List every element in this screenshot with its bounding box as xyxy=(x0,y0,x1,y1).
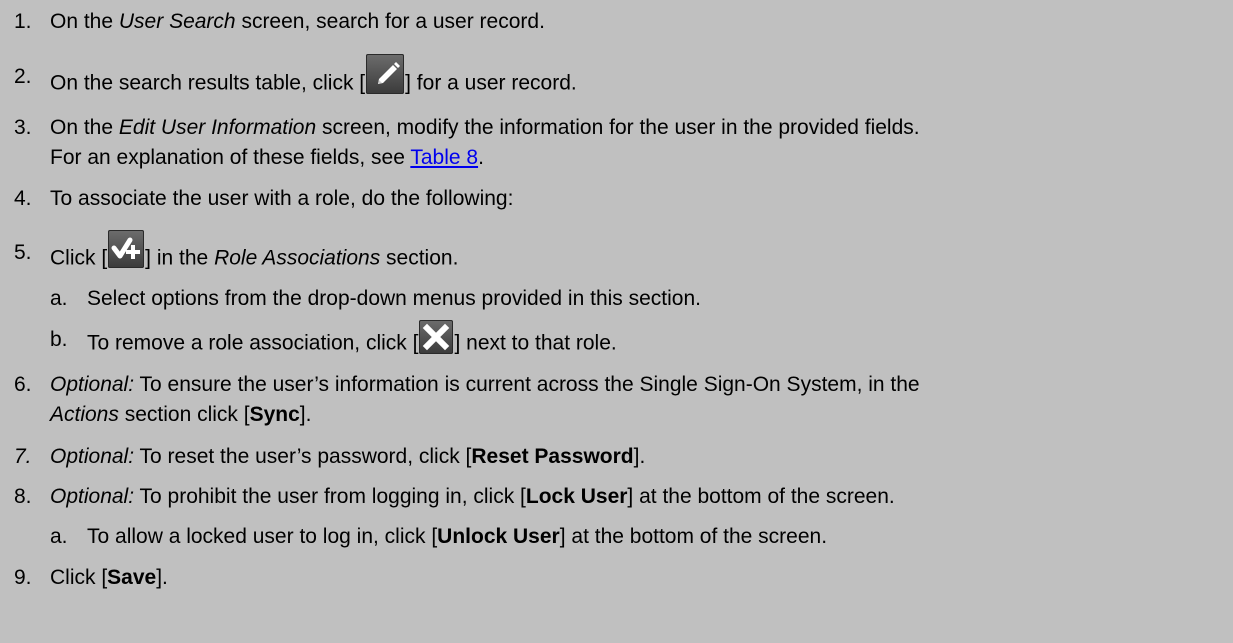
step-text: For an explanation of these fields, see … xyxy=(50,146,484,169)
step-number: 1. xyxy=(14,10,32,33)
sync-button-name: Sync xyxy=(249,403,300,426)
section-name: Actions xyxy=(50,403,119,426)
close-x-icon xyxy=(419,320,454,354)
step-text: To allow a locked user to log in, click … xyxy=(87,525,828,548)
lock-user-button-name: Lock User xyxy=(525,485,628,508)
step-text: On the Edit User Information screen, mod… xyxy=(50,116,920,139)
step-text: On the User Search screen, search for a … xyxy=(50,10,545,33)
step-number: 4. xyxy=(14,187,32,210)
step-text: Optional: To prohibit the user from logg… xyxy=(50,485,895,508)
step-text: Actions section click [Sync]. xyxy=(50,403,312,426)
step-number: 8. xyxy=(14,485,32,508)
step-number: 7. xyxy=(14,445,32,468)
step-text: Optional: To ensure the user’s informati… xyxy=(50,373,920,396)
step-text: To associate the user with a role, do th… xyxy=(50,187,514,210)
reset-password-button-name: Reset Password xyxy=(471,445,634,468)
step-number: 9. xyxy=(14,566,32,589)
screen-name: Edit User Information xyxy=(118,116,317,139)
step-text: Select options from the drop-down menus … xyxy=(87,287,701,310)
step-number: b. xyxy=(50,328,68,351)
pencil-edit-icon xyxy=(366,54,405,94)
step-number: a. xyxy=(50,287,68,310)
step-number: 3. xyxy=(14,116,32,139)
step-text: Click [ ] in the Role Associations secti… xyxy=(50,230,458,278)
step-number: 2. xyxy=(14,65,32,88)
step-text: On the search results table, click [ ] f… xyxy=(50,54,577,104)
step-number: 6. xyxy=(14,373,32,396)
save-button-name: Save xyxy=(107,566,157,589)
step-text: Optional: To reset the user’s password, … xyxy=(50,445,646,468)
step-text: To remove a role association, click [ ] … xyxy=(87,320,617,361)
check-plus-icon xyxy=(108,230,145,268)
section-name: Role Associations xyxy=(214,246,381,270)
screen-name: User Search xyxy=(118,10,236,33)
step-number: 5. xyxy=(14,241,32,264)
unlock-user-button-name: Unlock User xyxy=(437,525,560,548)
table-8-link[interactable]: Table 8 xyxy=(410,146,478,169)
step-number: a. xyxy=(50,525,68,548)
step-text: Click [Save]. xyxy=(50,566,168,589)
